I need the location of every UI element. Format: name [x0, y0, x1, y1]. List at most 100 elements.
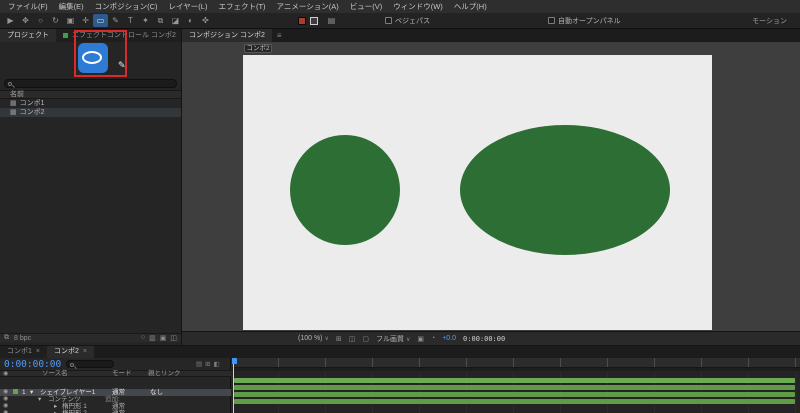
project-item-comp1[interactable]: ▦ コンポ1: [0, 99, 181, 108]
comp-navigator-button[interactable]: コンポ2: [244, 44, 272, 53]
group-duration-bar[interactable]: [234, 385, 795, 390]
new-folder-icon[interactable]: ▥: [149, 334, 156, 342]
fast-previews-icon[interactable]: ▣: [417, 335, 424, 343]
playhead-handle[interactable]: [232, 358, 237, 364]
zoom-tool-icon[interactable]: ○: [33, 14, 48, 27]
layer-duration-bar[interactable]: [234, 378, 795, 383]
menu-item-help[interactable]: ヘルプ(H): [454, 1, 487, 12]
hand-tool-icon[interactable]: ✥: [18, 14, 33, 27]
mask-visibility-icon[interactable]: ◫: [349, 335, 356, 343]
composition-panel: コンポジション コンポ2 ≡ コンポ2 (100 %) ∨ ⊞ ◫ ▢ フル画質…: [182, 29, 800, 345]
green-ellipse-shape[interactable]: [460, 125, 670, 255]
selection-tool-icon[interactable]: ▶: [3, 14, 18, 27]
menu-item-file[interactable]: ファイル(F): [8, 1, 48, 12]
layer-row-shape-layer-1[interactable]: ◉ 1 ▾ シェイプレイヤー1 通常 なし: [0, 389, 231, 396]
menu-item-composition[interactable]: コンポジション(C): [95, 1, 158, 12]
current-time-display[interactable]: 0:00:00:00: [4, 359, 61, 370]
property-row-ellipse-1[interactable]: ◉ ▸ 楕円形 1 通常: [0, 403, 231, 410]
magnification-select[interactable]: (100 %) ∨: [298, 335, 329, 342]
source-name-column[interactable]: ソース名: [42, 370, 68, 377]
property-row-contents[interactable]: ◉ ▾ コンテンツ 追加:: [0, 396, 231, 403]
visibility-icon[interactable]: ◉: [3, 389, 8, 396]
label-color-chip[interactable]: [13, 389, 18, 394]
composition-icon: ▦: [10, 100, 17, 107]
add-button[interactable]: 追加:: [105, 396, 120, 403]
brush-tool-icon[interactable]: ✦: [138, 14, 153, 27]
property-name[interactable]: コンテンツ: [48, 396, 81, 403]
close-icon[interactable]: ×: [36, 346, 40, 358]
blend-mode-value[interactable]: 通常: [112, 403, 125, 410]
twirl-icon[interactable]: ▸: [54, 403, 57, 410]
menu-item-animation[interactable]: アニメーション(A): [277, 1, 339, 12]
close-icon[interactable]: ×: [83, 346, 87, 358]
composition-canvas[interactable]: [243, 55, 712, 330]
group-duration-bar[interactable]: [234, 399, 795, 404]
bezier-path-checkbox[interactable]: [385, 17, 392, 24]
fill-color-swatch[interactable]: [298, 16, 306, 25]
color-depth-button[interactable]: 8 bpc: [14, 335, 31, 342]
tab-composition-label: コンポジション コンポ2: [189, 32, 265, 39]
group-duration-bar[interactable]: [234, 392, 795, 397]
timeline-tabbar: コンポ1 × コンポ2 ×: [0, 346, 800, 358]
timeline-search-input[interactable]: [66, 360, 114, 368]
workspace-label[interactable]: モーション: [752, 16, 787, 26]
flowchart-icon[interactable]: ⧉: [4, 334, 9, 342]
magnification-value: (100 %): [298, 335, 323, 342]
visibility-icon[interactable]: ◉: [3, 396, 8, 403]
tab-project-label: プロジェクト: [7, 32, 49, 39]
name-column-label: 名前: [10, 91, 24, 98]
menu-item-effect[interactable]: エフェクト(T): [218, 1, 265, 12]
tab-composition[interactable]: コンポジション コンポ2: [182, 29, 272, 42]
property-name[interactable]: 楕円形 1: [62, 403, 87, 410]
timeline-view-options-icons[interactable]: ▤⊞◧: [196, 360, 223, 368]
auto-open-checkbox[interactable]: [548, 17, 555, 24]
project-search-input[interactable]: [4, 79, 177, 88]
panel-menu-icon[interactable]: ≡: [272, 29, 287, 42]
project-item-comp2[interactable]: ▦ コンポ2: [0, 108, 181, 117]
menu-item-window[interactable]: ウィンドウ(W): [393, 1, 443, 12]
eraser-tool-icon[interactable]: ◪: [168, 14, 183, 27]
name-column-header[interactable]: 名前: [0, 90, 181, 99]
viewer-timecode[interactable]: 0:00:00:00: [463, 335, 505, 343]
mode-column[interactable]: モード: [112, 370, 132, 377]
region-of-interest-icon[interactable]: ▢: [362, 335, 369, 343]
twirl-icon[interactable]: ▾: [38, 396, 41, 403]
resolution-select[interactable]: フル画質 ∨: [376, 334, 410, 344]
menu-item-edit[interactable]: 編集(E): [59, 1, 84, 12]
clone-stamp-tool-icon[interactable]: ⧉: [153, 14, 168, 27]
new-composition-icon[interactable]: ▣: [160, 334, 167, 342]
menu-item-layer[interactable]: レイヤー(L): [169, 1, 208, 12]
camera-tool-icon[interactable]: ▣: [63, 14, 78, 27]
stroke-options-icon[interactable]: ▤: [324, 14, 339, 27]
twirl-icon[interactable]: ▾: [30, 389, 33, 396]
menu-item-view[interactable]: ビュー(V): [350, 1, 383, 12]
time-ruler[interactable]: [232, 358, 800, 368]
effect-controls-icon: [63, 33, 68, 38]
project-footer: ⧉ 8 bpc ○ ▥ ▣ ◫: [0, 333, 181, 342]
parent-value[interactable]: なし: [150, 389, 163, 396]
shape-tool-icon[interactable]: ▭: [93, 14, 108, 27]
stroke-color-swatch[interactable]: [310, 16, 318, 25]
composition-tabbar: コンポジション コンポ2 ≡: [182, 29, 800, 42]
camera-view-icon[interactable]: ◔: [431, 335, 435, 342]
roto-brush-tool-icon[interactable]: ◐: [183, 14, 198, 27]
exposure-value[interactable]: +0.0: [442, 335, 456, 342]
tab-project[interactable]: プロジェクト: [0, 29, 56, 42]
blend-mode-value[interactable]: 通常: [112, 389, 125, 396]
puppet-pin-tool-icon[interactable]: ✜: [198, 14, 213, 27]
green-circle-shape[interactable]: [290, 135, 400, 245]
tab-timeline-comp2[interactable]: コンポ2 ×: [47, 346, 94, 358]
playhead-line[interactable]: [233, 358, 234, 413]
find-icon[interactable]: ○: [141, 334, 145, 342]
parent-link-column[interactable]: 親とリンク: [148, 370, 181, 377]
grid-guides-icon[interactable]: ⊞: [336, 335, 342, 343]
menu-bar: ファイル(F) 編集(E) コンポジション(C) レイヤー(L) エフェクト(T…: [0, 0, 800, 13]
tab-timeline-comp1[interactable]: コンポ1 ×: [0, 346, 47, 358]
pen-tool-icon[interactable]: ✎: [108, 14, 123, 27]
delete-icon[interactable]: ◫: [170, 334, 177, 342]
orbit-camera-tool-icon[interactable]: ↻: [48, 14, 63, 27]
layer-name[interactable]: シェイプレイヤー1: [40, 389, 95, 396]
pan-behind-tool-icon[interactable]: ✛: [78, 14, 93, 27]
type-tool-icon[interactable]: T: [123, 14, 138, 27]
visibility-icon[interactable]: ◉: [3, 403, 8, 410]
